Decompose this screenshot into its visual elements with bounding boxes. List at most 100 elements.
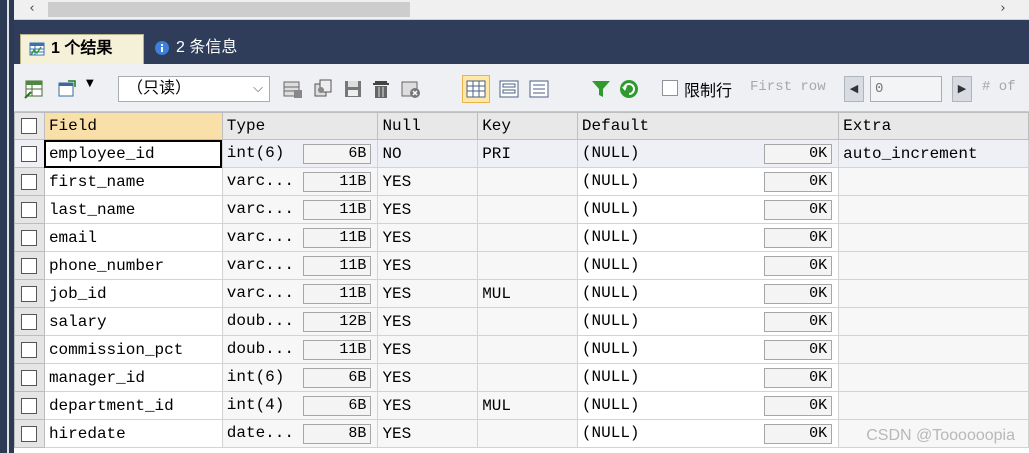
default-cell[interactable]: (NULL) 0K <box>576 167 840 196</box>
key-cell[interactable] <box>477 335 578 364</box>
null-cell[interactable]: YES <box>377 307 479 336</box>
extra-cell[interactable] <box>838 335 1029 364</box>
table-row[interactable]: manager_id int(6) 6B YES (NULL) 0K <box>14 363 1029 392</box>
export-grid-icon[interactable] <box>24 78 46 100</box>
extra-cell[interactable] <box>838 195 1029 224</box>
field-name-cell[interactable]: job_id <box>43 279 223 308</box>
field-name-cell[interactable]: first_name <box>43 167 223 196</box>
null-cell[interactable]: YES <box>377 335 479 364</box>
tab-messages[interactable]: 2 条信息 <box>146 34 262 64</box>
extra-cell[interactable] <box>838 223 1029 252</box>
scroll-right-icon[interactable]: › <box>993 0 1013 20</box>
column-header-null[interactable]: Null <box>377 112 479 140</box>
field-name-cell[interactable]: commission_pct <box>43 335 223 364</box>
key-cell[interactable]: MUL <box>477 279 578 308</box>
row-select-checkbox[interactable] <box>14 167 45 196</box>
column-header-default[interactable]: Default <box>576 112 840 140</box>
grid-view-icon[interactable] <box>462 75 490 103</box>
key-cell[interactable]: PRI <box>477 139 578 168</box>
key-cell[interactable] <box>477 223 578 252</box>
table-row[interactable]: phone_number varc... 11B YES (NULL) 0K <box>14 251 1029 280</box>
extra-cell[interactable] <box>838 251 1029 280</box>
default-cell[interactable]: (NULL) 0K <box>576 307 840 336</box>
mode-select[interactable]: （只读） ⌵ <box>118 76 270 102</box>
default-cell[interactable]: (NULL) 0K <box>576 139 840 168</box>
key-cell[interactable] <box>477 195 578 224</box>
table-row[interactable]: salary doub... 12B YES (NULL) 0K <box>14 307 1029 336</box>
field-name-cell[interactable]: manager_id <box>43 363 223 392</box>
extra-cell[interactable] <box>838 363 1029 392</box>
prev-page-icon[interactable]: ◀ <box>844 76 864 102</box>
extra-cell[interactable] <box>838 279 1029 308</box>
field-name-cell[interactable]: hiredate <box>43 419 223 448</box>
add-row-icon[interactable] <box>282 78 304 100</box>
extra-cell[interactable] <box>838 167 1029 196</box>
field-name-cell[interactable]: last_name <box>43 195 223 224</box>
refresh-icon[interactable] <box>618 78 640 100</box>
key-cell[interactable] <box>477 167 578 196</box>
duplicate-row-icon[interactable] <box>312 78 334 100</box>
row-select-checkbox[interactable] <box>14 419 45 448</box>
field-name-cell[interactable]: department_id <box>43 391 223 420</box>
dropdown-caret-icon[interactable]: ▼ <box>86 78 94 89</box>
default-cell[interactable]: (NULL) 0K <box>576 223 840 252</box>
key-cell[interactable] <box>477 419 578 448</box>
row-select-checkbox[interactable] <box>14 195 45 224</box>
type-cell[interactable]: int(6) 6B <box>221 363 379 392</box>
null-cell[interactable]: YES <box>377 279 479 308</box>
type-cell[interactable]: date... 8B <box>221 419 379 448</box>
scrollbar-thumb[interactable] <box>48 2 410 17</box>
select-all-checkbox[interactable] <box>14 112 45 140</box>
null-cell[interactable]: NO <box>377 139 479 168</box>
null-cell[interactable]: YES <box>377 167 479 196</box>
field-name-cell[interactable]: email <box>43 223 223 252</box>
filter-icon[interactable] <box>590 78 612 100</box>
scroll-left-icon[interactable]: ‹ <box>22 0 42 20</box>
null-cell[interactable]: YES <box>377 363 479 392</box>
row-select-checkbox[interactable] <box>14 335 45 364</box>
default-cell[interactable]: (NULL) 0K <box>576 195 840 224</box>
type-cell[interactable]: int(4) 6B <box>221 391 379 420</box>
null-cell[interactable]: YES <box>377 391 479 420</box>
tab-results[interactable]: 1 个结果 <box>20 34 144 64</box>
row-select-checkbox[interactable] <box>14 307 45 336</box>
null-cell[interactable]: YES <box>377 251 479 280</box>
column-header-key[interactable]: Key <box>477 112 578 140</box>
row-select-checkbox[interactable] <box>14 279 45 308</box>
table-row[interactable]: employee_id int(6) 6B NO PRI (NULL) 0K auto_inc… <box>14 139 1029 168</box>
default-cell[interactable]: (NULL) 0K <box>576 363 840 392</box>
next-page-icon[interactable]: ▶ <box>952 76 972 102</box>
null-cell[interactable]: YES <box>377 419 479 448</box>
column-header-field[interactable]: Field <box>43 112 223 140</box>
type-cell[interactable]: doub... 12B <box>221 307 379 336</box>
key-cell[interactable] <box>477 363 578 392</box>
copy-grid-icon[interactable] <box>56 78 78 100</box>
row-select-checkbox[interactable] <box>14 139 45 168</box>
save-icon[interactable] <box>342 78 364 100</box>
default-cell[interactable]: (NULL) 0K <box>576 251 840 280</box>
default-cell[interactable]: (NULL) 0K <box>576 419 840 448</box>
key-cell[interactable] <box>477 307 578 336</box>
type-cell[interactable]: varc... 11B <box>221 223 379 252</box>
table-row[interactable]: department_id int(4) 6B YES MUL (NULL) 0K <box>14 391 1029 420</box>
extra-cell[interactable] <box>838 391 1029 420</box>
row-select-checkbox[interactable] <box>14 363 45 392</box>
type-cell[interactable]: varc... 11B <box>221 167 379 196</box>
form-view-icon[interactable] <box>498 78 520 100</box>
field-name-cell[interactable]: salary <box>43 307 223 336</box>
extra-cell[interactable] <box>838 307 1029 336</box>
first-row-input[interactable]: 0 <box>870 76 942 102</box>
horizontal-scrollbar[interactable]: ‹ › <box>14 0 1029 20</box>
type-cell[interactable]: int(6) 6B <box>221 139 379 168</box>
delete-icon[interactable] <box>370 78 392 100</box>
column-header-type[interactable]: Type <box>221 112 379 140</box>
table-row[interactable]: email varc... 11B YES (NULL) 0K <box>14 223 1029 252</box>
default-cell[interactable]: (NULL) 0K <box>576 335 840 364</box>
default-cell[interactable]: (NULL) 0K <box>576 391 840 420</box>
table-row[interactable]: first_name varc... 11B YES (NULL) 0K <box>14 167 1029 196</box>
type-cell[interactable]: doub... 11B <box>221 335 379 364</box>
extra-cell[interactable]: auto_increment <box>838 139 1029 168</box>
key-cell[interactable] <box>477 251 578 280</box>
null-cell[interactable]: YES <box>377 223 479 252</box>
key-cell[interactable]: MUL <box>477 391 578 420</box>
